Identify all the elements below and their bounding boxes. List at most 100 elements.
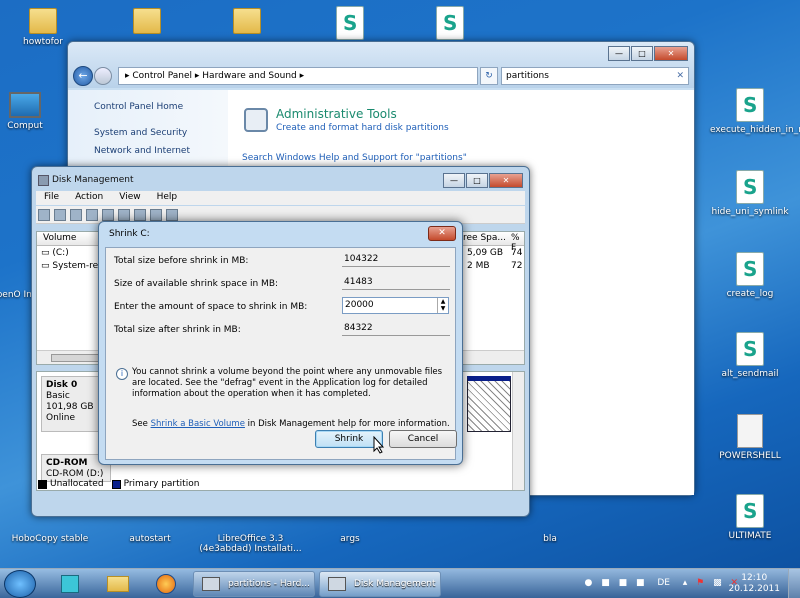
info-text: You cannot shrink a volume beyond the po… bbox=[132, 367, 443, 399]
firefox-icon[interactable] bbox=[146, 572, 186, 596]
cell-pct: 72 bbox=[511, 261, 523, 271]
maximize-button[interactable]: □ bbox=[631, 46, 653, 61]
connect-icon[interactable] bbox=[134, 209, 146, 221]
folder-icon bbox=[29, 8, 57, 34]
start-button[interactable] bbox=[4, 570, 36, 598]
language-indicator[interactable]: DE bbox=[657, 578, 670, 588]
script-icon bbox=[736, 252, 764, 286]
desktop-icon-folder-3[interactable] bbox=[207, 8, 287, 37]
desktop-icon-bla[interactable]: bla bbox=[510, 534, 590, 544]
menu-view[interactable]: View bbox=[111, 191, 148, 205]
cell-free: 2 MB bbox=[467, 261, 490, 271]
vertical-scrollbar[interactable] bbox=[512, 372, 524, 490]
menu-file[interactable]: File bbox=[36, 191, 67, 205]
back-button[interactable]: ← bbox=[73, 66, 93, 86]
taskbar-item-disk-management[interactable]: Disk Management bbox=[319, 571, 441, 597]
desktop-icon-execute-hidden[interactable]: execute_hidden_in_reg bbox=[710, 88, 800, 135]
clear-search-icon[interactable]: ✕ bbox=[676, 68, 684, 84]
sidebar-link-network[interactable]: Network and Internet bbox=[68, 146, 216, 156]
desktop-icon-script-2[interactable] bbox=[410, 6, 490, 43]
refresh-button[interactable]: ↻ bbox=[480, 67, 498, 85]
dialog-close-button[interactable]: ✕ bbox=[428, 226, 456, 241]
refresh-icon[interactable] bbox=[166, 209, 178, 221]
taskbar-item-control-panel[interactable]: partitions - Hard... bbox=[193, 571, 315, 597]
tray-icon[interactable]: ■ bbox=[619, 578, 628, 588]
column-volume[interactable]: Volume bbox=[43, 233, 76, 243]
maximize-button[interactable]: □ bbox=[466, 173, 488, 188]
script-icon bbox=[736, 494, 764, 528]
shrink-basic-volume-link[interactable]: Shrink a Basic Volume bbox=[151, 419, 245, 429]
cancel-button[interactable]: Cancel bbox=[389, 430, 457, 448]
close-button[interactable]: ✕ bbox=[654, 46, 688, 61]
admin-tools-title[interactable]: Administrative Tools bbox=[276, 107, 397, 121]
script-icon bbox=[736, 332, 764, 366]
column-free-space[interactable]: ree Spa... bbox=[463, 233, 506, 243]
info-icon: i bbox=[116, 368, 128, 380]
help-search-link[interactable]: Search Windows Help and Support for "par… bbox=[242, 153, 467, 163]
help-icon[interactable] bbox=[86, 209, 98, 221]
network-icon[interactable]: ▩ bbox=[713, 578, 722, 588]
table-row[interactable]: ▭ System-res bbox=[41, 261, 103, 271]
shrink-dialog: Shrink C: ✕ Total size before shrink in … bbox=[98, 221, 463, 465]
minimize-button[interactable]: — bbox=[608, 46, 630, 61]
sidebar-link-security[interactable]: System and Security bbox=[68, 128, 213, 138]
desktop-icon-hide-uni-symlink[interactable]: hide_uni_symlink bbox=[710, 170, 790, 217]
desktop-icon-script-1[interactable] bbox=[310, 6, 390, 43]
minimize-button[interactable]: — bbox=[443, 173, 465, 188]
stepper-arrows-icon[interactable]: ▲ ▼ bbox=[437, 298, 448, 313]
partition-block[interactable] bbox=[467, 376, 511, 432]
desktop-icon-args[interactable]: args bbox=[310, 534, 390, 544]
explorer-icon[interactable] bbox=[98, 572, 138, 596]
forward-button[interactable] bbox=[94, 67, 112, 85]
desktop-icon-alt-sendmail[interactable]: alt_sendmail bbox=[710, 332, 790, 379]
desktop-icon-libreoffice[interactable]: LibreOffice 3.3 (4e3abdad) Installati... bbox=[198, 534, 303, 554]
value-size-before: 104322 bbox=[342, 252, 450, 267]
puzzle-app-icon[interactable] bbox=[50, 572, 90, 596]
desktop-icon-powershell[interactable]: POWERSHELL bbox=[710, 414, 790, 461]
scroll-thumb[interactable] bbox=[51, 354, 101, 362]
table-row[interactable]: ▭ (C:) bbox=[41, 248, 69, 258]
search-icon[interactable] bbox=[150, 209, 162, 221]
shrink-amount-stepper[interactable]: 20000 ▲ ▼ bbox=[342, 297, 449, 314]
label-size-before: Total size before shrink in MB: bbox=[114, 256, 249, 266]
show-hidden-icons[interactable]: ▴ bbox=[683, 578, 688, 588]
desktop-icon-hobocopy[interactable]: HoboCopy stable bbox=[5, 534, 95, 544]
folder-icon bbox=[233, 8, 261, 34]
tray-icon[interactable]: ■ bbox=[601, 578, 610, 588]
desktop-icon-autostart[interactable]: autostart bbox=[110, 520, 190, 544]
desktop-icon-computer[interactable]: Comput bbox=[0, 92, 60, 131]
control-panel-icon bbox=[202, 577, 220, 591]
back-icon[interactable] bbox=[38, 209, 50, 221]
forward-icon[interactable] bbox=[54, 209, 66, 221]
window-controls: — □ ✕ bbox=[607, 46, 688, 61]
drive-icon: ▭ bbox=[41, 261, 53, 271]
view-icon[interactable] bbox=[70, 209, 82, 221]
cell-free: 5,09 GB bbox=[467, 248, 504, 258]
desktop-icon-folder-2[interactable] bbox=[107, 8, 187, 37]
search-input[interactable]: partitions ✕ bbox=[501, 67, 689, 85]
desktop-icon-create-log[interactable]: create_log bbox=[710, 252, 790, 299]
create-partitions-link[interactable]: Create and format hard disk partitions bbox=[276, 123, 449, 133]
firefox-tray-icon[interactable]: ● bbox=[584, 578, 592, 588]
script-icon bbox=[736, 170, 764, 204]
sidebar-link-home[interactable]: Control Panel Home bbox=[68, 102, 209, 112]
tray-icon[interactable]: ■ bbox=[636, 578, 645, 588]
address-bar[interactable]: ▸ Control Panel ▸ Hardware and Sound ▸ bbox=[118, 67, 478, 85]
menu-action[interactable]: Action bbox=[67, 191, 111, 205]
value-size-after: 84322 bbox=[342, 321, 450, 336]
properties-icon[interactable] bbox=[118, 209, 130, 221]
show-desktop-button[interactable] bbox=[788, 569, 800, 598]
value-available: 41483 bbox=[342, 275, 450, 290]
flag-icon[interactable]: ⚑ bbox=[696, 578, 704, 588]
window-controls: — □ ✕ bbox=[442, 173, 523, 188]
script-icon bbox=[336, 6, 364, 40]
desktop-icon-ultimate[interactable]: ULTIMATE bbox=[710, 494, 790, 541]
cell-pct: 74 bbox=[511, 248, 523, 258]
script-icon bbox=[436, 6, 464, 40]
close-button[interactable]: ✕ bbox=[489, 173, 523, 188]
document-icon bbox=[737, 414, 763, 448]
menu-help[interactable]: Help bbox=[149, 191, 186, 205]
mouse-cursor-icon bbox=[373, 436, 385, 454]
clock[interactable]: 12:10 20.12.2011 bbox=[728, 573, 780, 595]
list-icon[interactable] bbox=[102, 209, 114, 221]
